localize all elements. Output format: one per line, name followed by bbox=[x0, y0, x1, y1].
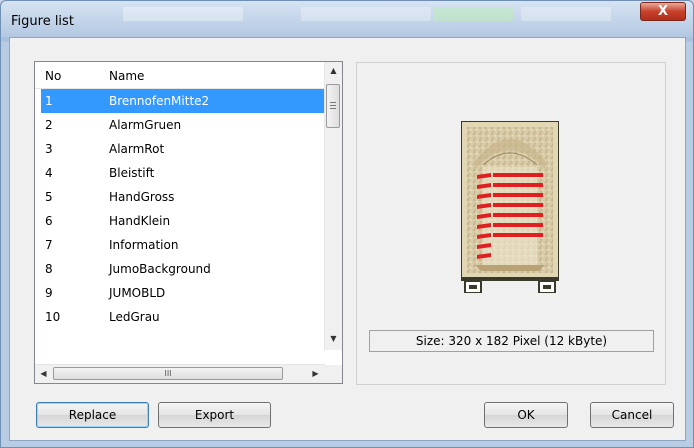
list-item-number: 3 bbox=[45, 142, 53, 156]
list-item[interactable]: 5 HandGross bbox=[35, 185, 325, 209]
title-bar[interactable]: Figure list X bbox=[1, 1, 693, 37]
ok-button[interactable]: OK bbox=[484, 402, 568, 428]
list-item-number: 9 bbox=[45, 286, 53, 300]
window-title: Figure list bbox=[11, 14, 74, 29]
scrollbar-corner bbox=[325, 365, 342, 383]
vertical-scroll-thumb[interactable] bbox=[326, 84, 340, 128]
vertical-scrollbar[interactable]: ▲ ▼ bbox=[324, 62, 342, 350]
list-header: No Name bbox=[35, 62, 325, 89]
list-item-name: AlarmRot bbox=[109, 142, 165, 156]
kiln-figure-preview bbox=[461, 121, 559, 293]
list-item[interactable]: 1 BrennofenMitte2 bbox=[41, 89, 325, 113]
image-size-label: Size: 320 x 182 Pixel (12 kByte) bbox=[369, 330, 654, 352]
list-item-number: 4 bbox=[45, 166, 53, 180]
list-rows: 1 BrennofenMitte2 2 AlarmGruen 3 AlarmRot 4 Ble… bbox=[35, 89, 325, 329]
list-item-name: LedGrau bbox=[109, 310, 160, 324]
column-header-name[interactable]: Name bbox=[109, 69, 144, 83]
list-item[interactable]: 10 LedGrau bbox=[35, 305, 325, 329]
scroll-up-icon[interactable]: ▲ bbox=[325, 62, 342, 79]
list-item-number: 6 bbox=[45, 214, 53, 228]
figure-list-dialog: Figure list X No Name 1 BrennofenMitte2 2 A… bbox=[0, 0, 694, 448]
figure-list[interactable]: No Name 1 BrennofenMitte2 2 AlarmGruen 3 Alar… bbox=[34, 61, 343, 384]
close-button[interactable]: X bbox=[640, 2, 686, 21]
list-item-name: AlarmGruen bbox=[109, 118, 182, 132]
horizontal-scroll-thumb[interactable]: III bbox=[53, 367, 283, 380]
list-item-name: HandKlein bbox=[109, 214, 171, 228]
list-item[interactable]: 3 AlarmRot bbox=[35, 137, 325, 161]
scroll-left-icon[interactable]: ◀ bbox=[35, 365, 52, 382]
list-item-number: 5 bbox=[45, 190, 53, 204]
cancel-button[interactable]: Cancel bbox=[590, 402, 674, 428]
export-button[interactable]: Export bbox=[158, 402, 271, 428]
list-item-number: 1 bbox=[45, 94, 53, 108]
list-item[interactable]: 8 JumoBackground bbox=[35, 257, 325, 281]
background-blur bbox=[123, 7, 243, 21]
background-blur bbox=[301, 7, 431, 21]
scroll-right-icon[interactable]: ▶ bbox=[307, 365, 324, 382]
list-item-name: Bleistift bbox=[109, 166, 155, 180]
column-header-no[interactable]: No bbox=[45, 69, 61, 83]
list-item-number: 2 bbox=[45, 118, 53, 132]
list-item-name: HandGross bbox=[109, 190, 175, 204]
list-item[interactable]: 4 Bleistift bbox=[35, 161, 325, 185]
figure-preview-panel: Size: 320 x 182 Pixel (12 kByte) bbox=[356, 62, 666, 385]
background-blur bbox=[433, 7, 513, 21]
list-item-number: 8 bbox=[45, 262, 53, 276]
replace-button[interactable]: Replace bbox=[36, 402, 149, 428]
list-item-name: JUMOBLD bbox=[109, 286, 166, 300]
list-item[interactable]: 7 Information bbox=[35, 233, 325, 257]
horizontal-scrollbar[interactable]: ◀ III ▶ bbox=[35, 364, 325, 383]
list-item-number: 7 bbox=[45, 238, 53, 252]
list-item[interactable]: 2 AlarmGruen bbox=[35, 113, 325, 137]
list-item-name: Information bbox=[109, 238, 179, 252]
dialog-body: No Name 1 BrennofenMitte2 2 AlarmGruen 3 Alar… bbox=[9, 37, 686, 441]
list-item-name: BrennofenMitte2 bbox=[109, 94, 210, 108]
list-item-number: 10 bbox=[45, 310, 61, 324]
scroll-down-icon[interactable]: ▼ bbox=[325, 330, 342, 347]
list-item[interactable]: 6 HandKlein bbox=[35, 209, 325, 233]
list-item[interactable]: 9 JUMOBLD bbox=[35, 281, 325, 305]
list-item-name: JumoBackground bbox=[109, 262, 211, 276]
background-blur bbox=[521, 7, 611, 21]
